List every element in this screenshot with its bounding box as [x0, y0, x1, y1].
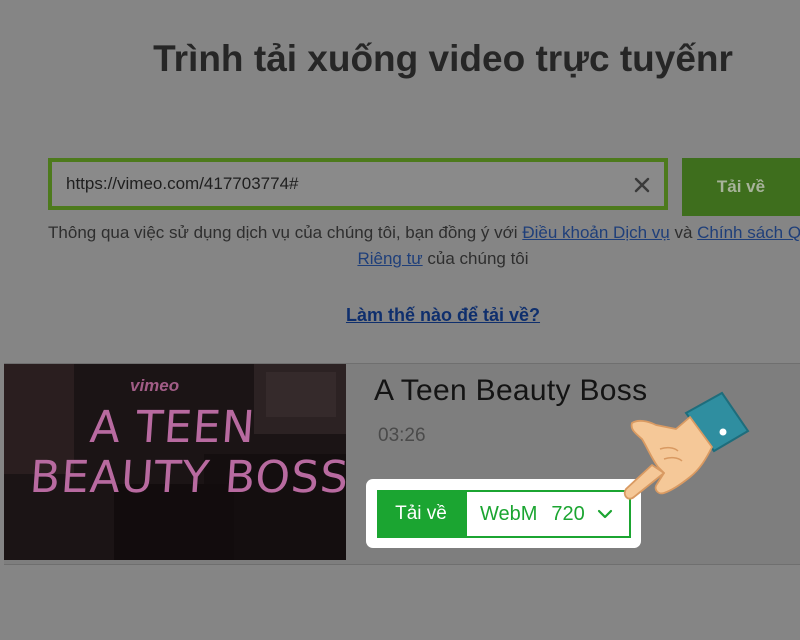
- page-title: Trình tải xuống video trực tuyếnr: [153, 38, 733, 79]
- terms-prefix: Thông qua việc sử dụng dịch vụ của chúng…: [48, 223, 523, 242]
- thumbnail-title-line2: BEAUTY BOSS: [28, 452, 346, 503]
- terms-of-service-link[interactable]: Điều khoản Dịch vụ: [522, 223, 669, 242]
- video-title: A Teen Beauty Boss: [374, 374, 648, 407]
- terms-and: và: [669, 223, 698, 242]
- download-button[interactable]: Tải về: [377, 490, 465, 538]
- terms-suffix: của chúng tôi: [422, 249, 529, 268]
- format-select[interactable]: WebM 720: [465, 490, 631, 538]
- video-duration: 03:26: [378, 425, 426, 446]
- help-link-wrap: Làm thế nào để tải về?: [0, 305, 800, 326]
- privacy-policy-link-cont[interactable]: Riêng tư: [357, 249, 422, 268]
- thumbnail-title-line1: A TEEN: [88, 402, 258, 453]
- submit-download-button[interactable]: Tải về: [682, 158, 800, 216]
- url-input-box[interactable]: [48, 158, 668, 210]
- video-thumbnail: vimeo A TEEN BEAUTY BOSS: [4, 364, 346, 560]
- terms-notice: Thông qua việc sử dụng dịch vụ của chúng…: [0, 220, 800, 272]
- close-icon[interactable]: [632, 175, 652, 195]
- resolution-label: 720: [551, 502, 585, 525]
- how-to-download-link[interactable]: Làm thế nào để tải về?: [346, 305, 540, 325]
- url-input[interactable]: [66, 162, 606, 206]
- pointing-hand-icon: [623, 391, 750, 500]
- format-label: WebM: [480, 502, 538, 525]
- chevron-down-icon: [597, 509, 612, 519]
- privacy-policy-link[interactable]: Chính sách Quyền: [697, 223, 800, 242]
- thumbnail-brand: vimeo: [130, 376, 180, 395]
